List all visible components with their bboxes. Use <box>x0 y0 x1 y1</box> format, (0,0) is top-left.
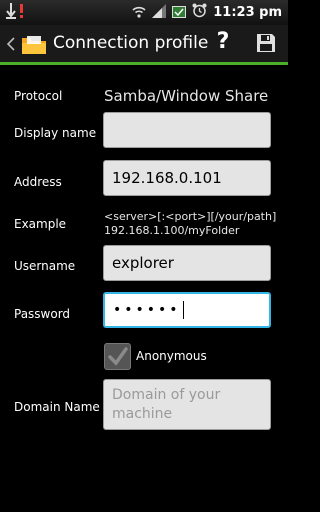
status-bar: 11:23 pm <box>0 0 288 25</box>
address-field[interactable]: 192.168.0.101 <box>103 160 271 196</box>
usb-debug-icon <box>6 2 16 23</box>
anonymous-label: Anonymous <box>136 349 207 363</box>
help-icon[interactable]: ? <box>213 29 233 54</box>
example-line2: 192.168.1.100/myFolder <box>104 224 240 237</box>
password-label: Password <box>14 307 71 321</box>
password-field[interactable]: •••••• <box>103 292 271 328</box>
anonymous-checkbox[interactable] <box>104 343 131 370</box>
address-value: 192.168.0.101 <box>112 169 222 187</box>
checkmark-icon <box>108 347 128 366</box>
username-field[interactable]: explorer <box>103 245 271 281</box>
save-icon[interactable] <box>256 33 276 53</box>
domain-placeholder: Domain of your machine <box>112 387 221 422</box>
address-label: Address <box>14 175 62 189</box>
page-title: Connection profile <box>53 33 209 53</box>
status-time: 11:23 pm <box>213 5 282 20</box>
username-value: explorer <box>112 254 174 272</box>
wifi-icon <box>132 3 146 22</box>
protocol-label: Protocol <box>14 89 63 103</box>
battery-icon <box>172 3 187 22</box>
alarm-icon <box>192 3 207 22</box>
username-label: Username <box>14 259 76 273</box>
domain-name-field[interactable]: Domain of your machine <box>103 379 271 430</box>
action-bar-divider <box>0 62 288 65</box>
protocol-value: Samba/Window Share <box>104 87 269 105</box>
text-cursor <box>182 301 184 319</box>
display-name-label: Display name <box>14 126 97 140</box>
password-mask: •••••• <box>113 302 181 318</box>
folder-icon[interactable] <box>21 34 47 56</box>
action-bar: Connection profile ? <box>0 25 288 65</box>
signal-icon <box>152 3 167 22</box>
domain-name-label: Domain Name <box>14 400 100 414</box>
display-name-field[interactable] <box>103 112 271 148</box>
warning-icon <box>19 3 24 22</box>
example-line1: <server>[:<port>][/your/path] <box>104 210 277 223</box>
example-label: Example <box>14 217 67 231</box>
